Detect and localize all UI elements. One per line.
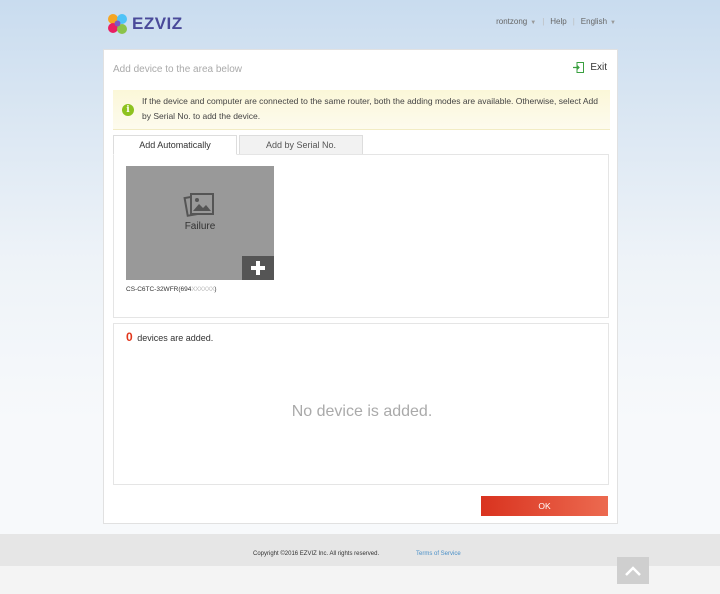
back-to-top-icon (625, 565, 641, 576)
exit-icon (573, 62, 585, 73)
terms-of-service-link[interactable]: Terms of Service (416, 551, 461, 557)
device-card[interactable]: Failure (126, 166, 274, 280)
user-name: rontzong (496, 17, 528, 26)
plus-icon (251, 261, 265, 275)
device-name: CS-C6TC-32WFR(694XXXXXX) (126, 286, 217, 293)
device-name-text: CS-C6TC-32WFR(694 (126, 286, 192, 293)
info-icon: i (122, 104, 134, 116)
panel-title: Add device to the area below (113, 64, 242, 75)
exit-label: Exit (590, 62, 607, 73)
discovered-devices-area: Failure CS-C6TC-32WFR(694XXXXXX) (113, 154, 609, 318)
notice-banner: i If the device and computer are connect… (113, 90, 610, 130)
language-label: English (580, 17, 608, 26)
ezviz-logo-icon (106, 12, 130, 36)
ok-button[interactable]: OK (481, 496, 608, 516)
ezviz-logo[interactable]: EZVIZ (106, 12, 183, 36)
divider: | (572, 17, 575, 26)
tab-add-by-serial[interactable]: Add by Serial No. (239, 135, 363, 155)
tab-add-automatically[interactable]: Add Automatically (113, 135, 237, 155)
added-count: 0 (126, 330, 133, 344)
image-icon (183, 193, 214, 217)
help-link[interactable]: Help (550, 17, 566, 26)
device-status: Failure (184, 221, 216, 232)
chevron-down-icon: ▼ (530, 20, 537, 26)
empty-message: No device is added. (291, 403, 433, 420)
added-count-label: devices are added. (137, 333, 214, 343)
page-bottom (0, 566, 720, 594)
add-device-panel: Add device to the area below Exit i If t… (103, 49, 618, 524)
added-devices-area: 0 devices are added. No device is added. (113, 323, 609, 485)
top-nav: rontzong ▼ | Help | English ▼ (496, 17, 616, 26)
add-device-button[interactable] (242, 256, 274, 280)
added-count-line: 0 devices are added. (126, 330, 213, 344)
exit-button[interactable]: Exit (573, 62, 607, 73)
copyright-text: Copyright ©2016 EZVIZ Inc. All rights re… (253, 551, 380, 557)
notice-text: If the device and computer are connected… (142, 96, 598, 121)
divider: | (542, 17, 545, 26)
language-menu[interactable]: English ▼ (581, 17, 616, 26)
top-bar: EZVIZ rontzong ▼ | Help | English ▼ (0, 0, 720, 48)
logo-text: EZVIZ (132, 14, 183, 33)
user-menu[interactable]: rontzong ▼ (496, 17, 536, 26)
chevron-down-icon: ▼ (610, 20, 616, 26)
device-name-obscured: XXXXXX (191, 286, 215, 293)
device-name-suffix: ) (214, 286, 217, 293)
back-to-top-button[interactable] (617, 557, 649, 584)
footer: Copyright ©2016 EZVIZ Inc. All rights re… (0, 534, 720, 566)
